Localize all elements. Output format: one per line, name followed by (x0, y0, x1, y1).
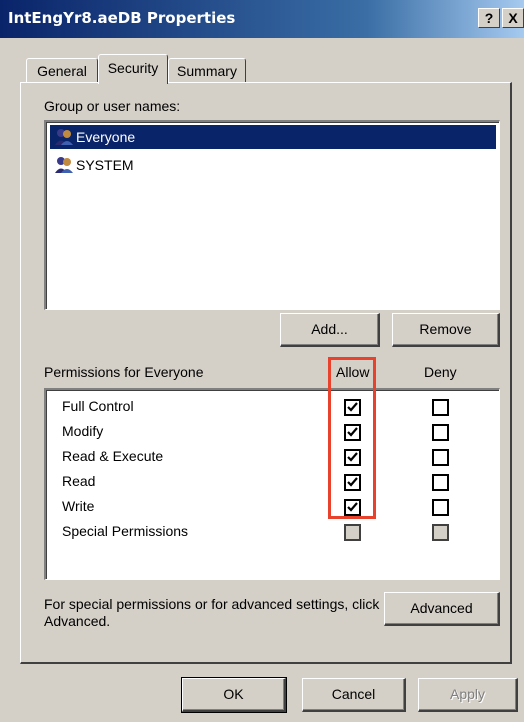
permission-label: Special Permissions (62, 523, 189, 539)
remove-button-label: Remove (419, 321, 472, 337)
user-name: SYSTEM (76, 157, 134, 173)
permission-row-write: Write (46, 495, 500, 521)
cancel-button[interactable]: Cancel (302, 678, 406, 712)
advanced-help-text: For special permissions or for advanced … (44, 596, 380, 629)
deny-checkbox (432, 524, 449, 541)
deny-checkbox[interactable] (432, 499, 449, 516)
permission-row-full-control: Full Control (46, 395, 500, 421)
remove-button[interactable]: Remove (392, 313, 500, 347)
list-item-system[interactable]: SYSTEM (50, 153, 496, 177)
group-names-label: Group or user names: (44, 98, 181, 114)
deny-column-header: Deny (424, 364, 457, 380)
permission-label: Modify (62, 423, 104, 439)
permission-label: Read (62, 473, 96, 489)
allow-checkbox (344, 524, 361, 541)
advanced-button[interactable]: Advanced (384, 592, 500, 626)
users-group-icon (54, 128, 74, 146)
permission-row-read-execute: Read & Execute (46, 445, 500, 471)
properties-dialog: IntEngYr8.aeDB Properties ? X General Se… (0, 0, 524, 722)
list-item-everyone[interactable]: Everyone (50, 125, 496, 149)
permission-label: Read & Execute (62, 448, 164, 464)
deny-checkbox[interactable] (432, 424, 449, 441)
deny-checkbox[interactable] (432, 474, 449, 491)
permission-label: Full Control (62, 398, 134, 414)
cancel-button-label: Cancel (331, 686, 376, 702)
apply-button-label: Apply (449, 686, 486, 702)
permission-row-read: Read (46, 470, 500, 496)
deny-checkbox[interactable] (432, 399, 449, 416)
ok-button[interactable]: OK (181, 677, 287, 713)
allow-column-annotation (328, 357, 376, 519)
deny-checkbox[interactable] (432, 449, 449, 466)
ok-button-label: OK (223, 686, 244, 702)
permission-row-special: Special Permissions (46, 520, 500, 546)
security-content: Group or user names: Everyone SYSTEM Add… (0, 0, 524, 722)
add-button-label: Add... (311, 321, 348, 337)
advanced-button-label: Advanced (410, 600, 473, 616)
permissions-list: Full Control Modify Read & Execute Read … (44, 388, 500, 580)
permission-row-modify: Modify (46, 420, 500, 446)
add-button[interactable]: Add... (280, 313, 380, 347)
apply-button: Apply (418, 678, 518, 712)
user-name: Everyone (76, 129, 136, 145)
permission-label: Write (62, 498, 95, 514)
user-list[interactable]: Everyone SYSTEM (44, 120, 500, 310)
users-group-icon (54, 156, 74, 174)
permissions-header: Permissions for Everyone (44, 364, 204, 380)
